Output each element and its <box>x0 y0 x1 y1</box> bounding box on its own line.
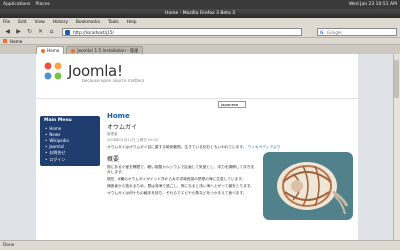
url-bar[interactable]: http://localhost/j15/ <box>62 27 302 36</box>
language-select[interactable]: Japanese <box>218 101 246 108</box>
tab-favicon-icon <box>41 48 45 53</box>
home-icon[interactable]: ⌂ <box>47 27 56 36</box>
status-bar: Done <box>0 240 400 250</box>
stop-icon[interactable]: ✕ <box>36 27 45 36</box>
reload-icon[interactable]: ↻ <box>25 27 34 36</box>
joomla-logo-icon <box>44 62 62 80</box>
tab-bar: Home Joomla! 1.5 Installation - 管理 <box>0 45 400 54</box>
main-menu-title: Main Menu <box>44 118 72 123</box>
tab-favicon-icon <box>71 48 76 53</box>
menu-edit[interactable]: Edit <box>18 20 26 25</box>
navigation-toolbar: ◀ ▶ ↻ ✕ ⌂ http://localhost/j15/ G Google <box>0 26 400 38</box>
article-paragraph: オウムガイは何十もの触手を持ち、それらでエビや小魚などをつかまえて食べます。 <box>107 191 247 195</box>
menu-bookmarks[interactable]: Bookmarks <box>76 20 100 25</box>
menu-help[interactable]: Help <box>127 20 137 25</box>
wikipedia-link[interactable]: ウィキペディアより <box>248 145 281 149</box>
language-select-value: Japanese <box>221 102 239 107</box>
tab-joomla-admin[interactable]: Joomla! 1.5 Installation - 管理 <box>66 46 144 54</box>
article-title[interactable]: オウムガイ <box>107 122 353 131</box>
web-page: Joomla! because open source matters Japa… <box>0 54 393 240</box>
url-text: http://localhost/j15/ <box>73 29 114 35</box>
article-author: 管理者 <box>107 132 118 136</box>
applications-menu[interactable]: Applications <box>3 2 31 7</box>
search-input[interactable]: G Google <box>317 27 397 36</box>
site-tagline: because open source matters <box>82 78 145 83</box>
joomla-site: Joomla! because open source matters Japa… <box>36 54 358 240</box>
page-heading: Home <box>107 112 130 120</box>
clock: Wed Jan 23 10:51 AM <box>348 2 397 7</box>
menu-tools[interactable]: Tools <box>108 20 119 25</box>
bookmark-icon <box>3 39 7 43</box>
menu-file[interactable]: File <box>3 20 10 25</box>
google-icon: G <box>320 29 324 35</box>
menu-view[interactable]: View <box>35 20 45 25</box>
top-panel: Applications Places Wed Jan 23 10:51 AM <box>0 0 400 9</box>
article-intro: オウムガイはオウムガイ目に属する軟体動物。生きている化石ともいわれています。 ウ… <box>107 145 281 149</box>
window-title: Home - Mozilla Firefox 3 Beta 3 <box>0 9 400 18</box>
menu-history[interactable]: History <box>53 20 68 25</box>
nautilus-image <box>263 152 353 220</box>
bookmarks-toolbar: Home <box>0 38 400 45</box>
scrollbar-thumb[interactable] <box>394 60 399 98</box>
article-content: Home オウムガイ 管理者 2008年01月12日 土曜日 09:30 オウム… <box>107 112 353 240</box>
menu-bar: File Edit View History Bookmarks Tools H… <box>0 18 400 26</box>
search-placeholder: Google <box>327 29 342 35</box>
article-paragraph: 殻にある小室を隔壁で、軽い炭酸カルシウムで区画して気室とし、浮力を調節して浮き沈… <box>107 165 255 174</box>
article-date: 2008年01月12日 土曜日 09:30 <box>107 138 159 142</box>
menu-item-contact[interactable]: • お問合せ <box>40 149 100 156</box>
tab-home[interactable]: Home <box>36 46 65 54</box>
favicon-icon <box>65 29 70 35</box>
forward-icon[interactable]: ▶ <box>14 27 23 36</box>
menu-item-login[interactable]: • ログイン <box>40 156 100 163</box>
article-paragraph: 現在、6種のオウムガイがインド洋から太平洋南西部の熱帯の海に生息しています。 <box>107 177 246 181</box>
bookmark-home[interactable]: Home <box>10 39 22 44</box>
places-menu[interactable]: Places <box>36 2 50 7</box>
site-header: Joomla! because open source matters <box>36 54 358 99</box>
back-icon[interactable]: ◀ <box>3 27 12 36</box>
main-menu: Main Menu • Home • News • Wikipedia • Joomla… <box>40 116 100 166</box>
article-paragraph: 捕食者から逃れるため、昼は深海で過ごし、夜になると浅い海へ上がって餌をとります。 <box>107 184 254 188</box>
